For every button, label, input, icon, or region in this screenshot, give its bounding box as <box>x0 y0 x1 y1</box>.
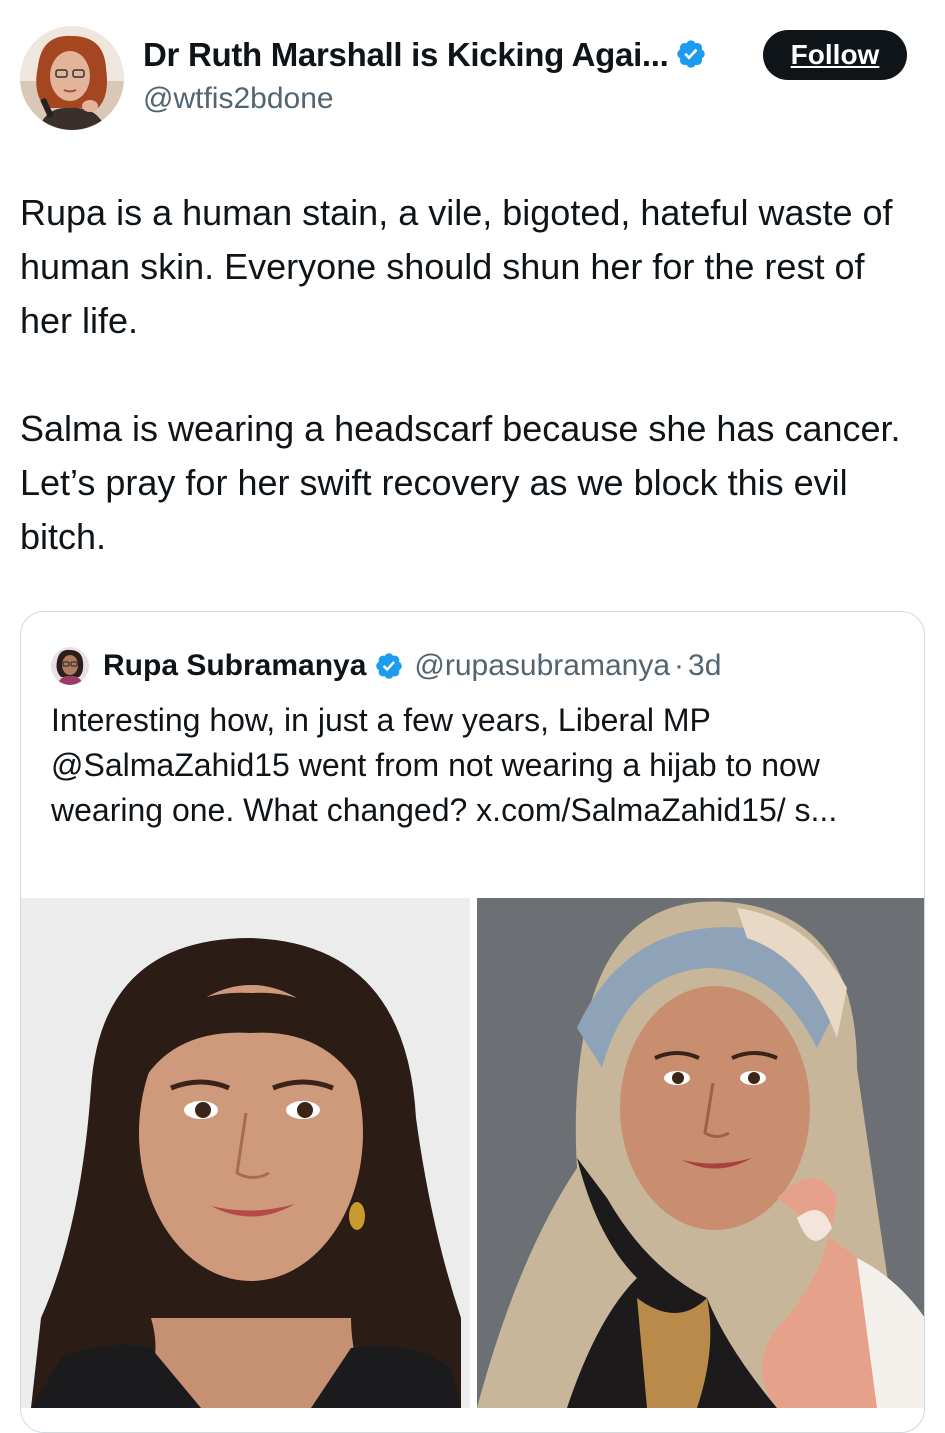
verified-badge-icon <box>374 651 404 681</box>
quoted-tweet-text: Interesting how, in just a few years, Li… <box>51 702 838 828</box>
author-handle[interactable]: @wtfis2bdone <box>143 82 334 116</box>
tweet-text: Rupa is a human stain, a vile, bigoted, … <box>20 186 925 564</box>
tweet-paragraph: Rupa is a human stain, a vile, bigoted, … <box>20 192 893 341</box>
quoted-tweet-card[interactable]: Rupa Subramanya @rupasubramanya · 3d Int… <box>20 611 925 1433</box>
follow-button[interactable]: Follow <box>763 30 907 80</box>
portrait-image-icon <box>477 898 924 1408</box>
quoted-author-handle[interactable]: @rupasubramanya <box>414 649 670 683</box>
verified-badge-icon <box>675 38 707 70</box>
author-name: Dr Ruth Marshall is Kicking Agai... <box>143 36 669 73</box>
portrait-image-icon <box>21 898 470 1408</box>
tweet-paragraph: Salma is wearing a headscarf because she… <box>20 408 901 557</box>
quoted-author-avatar[interactable] <box>51 647 89 685</box>
quoted-author-name[interactable]: Rupa Subramanya <box>103 649 366 683</box>
portrait-with-hijab[interactable] <box>477 898 924 1408</box>
profile-photo-icon <box>20 26 124 130</box>
author-avatar[interactable] <box>20 26 124 130</box>
quoted-tweet-header: Rupa Subramanya @rupasubramanya · 3d <box>51 646 721 686</box>
quoted-profile-photo-icon <box>51 647 89 685</box>
portrait-without-hijab[interactable] <box>21 898 470 1408</box>
quoted-timestamp[interactable]: 3d <box>688 649 721 683</box>
separator-dot: · <box>674 649 685 682</box>
author-name-row[interactable]: Dr Ruth Marshall is Kicking Agai... <box>143 36 707 74</box>
